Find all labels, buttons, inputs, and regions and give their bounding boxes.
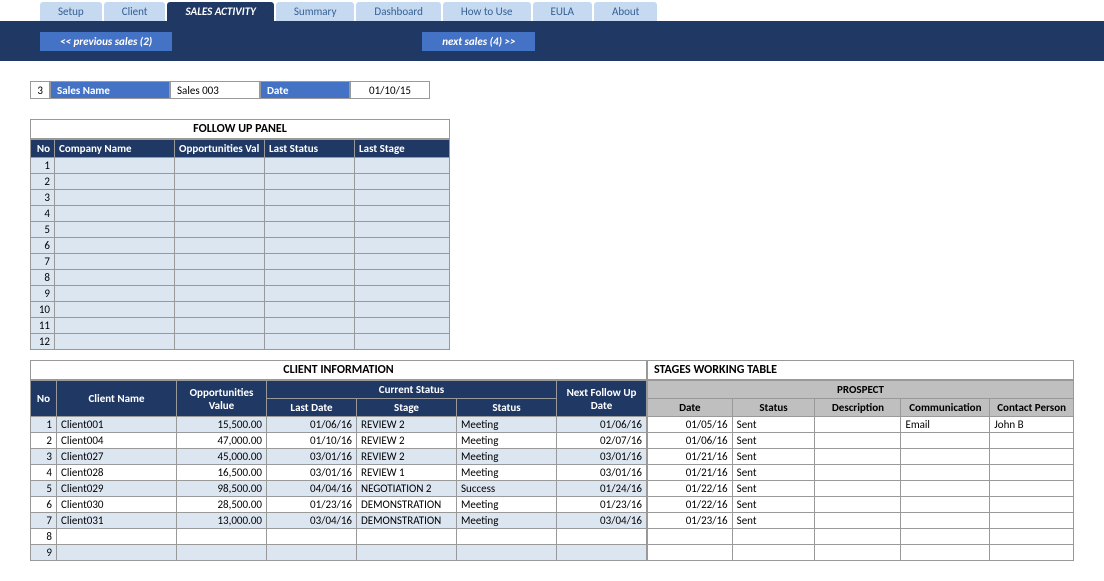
stages-row[interactable] (648, 529, 1074, 545)
client-row[interactable]: 6Client03028,500.0001/23/16DEMONSTRATION… (31, 497, 647, 513)
stages-header: Date (648, 399, 733, 417)
client-row[interactable]: 1Client00115,500.0001/06/16REVIEW 2Meeti… (31, 417, 647, 433)
client-info-section: CLIENT INFORMATION NoClient NameOpportun… (30, 360, 647, 561)
followup-row[interactable]: 12 (31, 334, 450, 350)
stages-row[interactable]: 01/06/16Sent (648, 433, 1074, 449)
client-info-title: CLIENT INFORMATION (30, 360, 647, 380)
followup-row[interactable]: 3 (31, 190, 450, 206)
followup-header: Last Stage (355, 140, 450, 158)
followup-row[interactable]: 9 (31, 286, 450, 302)
followup-row[interactable]: 6 (31, 238, 450, 254)
stages-header: Status (732, 399, 815, 417)
followup-panel: FOLLOW UP PANEL NoCompany NameOpportunit… (30, 119, 1074, 350)
followup-row[interactable]: 8 (31, 270, 450, 286)
followup-row[interactable]: 1 (31, 158, 450, 174)
client-header: No (31, 381, 57, 417)
next-sales-button[interactable]: next sales (4) >> (422, 32, 535, 51)
stages-header: PROSPECT (648, 381, 1074, 399)
client-header: Last Date (267, 399, 357, 417)
client-row[interactable]: 9 (31, 545, 647, 561)
date-label: Date (260, 81, 350, 99)
stages-row[interactable]: 01/21/16Sent (648, 465, 1074, 481)
sales-number: 3 (30, 81, 50, 99)
stages-title: STAGES WORKING TABLE (647, 360, 1074, 380)
tab-client[interactable]: Client (104, 2, 166, 21)
client-row[interactable]: 5Client02998,500.0004/04/16NEGOTIATION 2… (31, 481, 647, 497)
prev-sales-button[interactable]: << previous sales (2) (40, 32, 172, 51)
client-header: Opportunities Value (177, 381, 267, 417)
followup-row[interactable]: 4 (31, 206, 450, 222)
stages-row[interactable]: 01/22/16Sent (648, 497, 1074, 513)
stages-row[interactable]: 01/21/16Sent (648, 449, 1074, 465)
followup-header: Last Status (265, 140, 355, 158)
stages-row[interactable]: 01/05/16SentEmailJohn B (648, 417, 1074, 433)
stages-header: Contact Person (990, 399, 1074, 417)
tab-dashboard[interactable]: Dashboard (356, 2, 440, 21)
sales-name-label: Sales Name (50, 81, 170, 99)
stages-section: STAGES WORKING TABLE PROSPECTDateStatusD… (647, 360, 1074, 561)
followup-title: FOLLOW UP PANEL (30, 119, 450, 139)
client-row[interactable]: 3Client02745,000.0003/01/16REVIEW 2Meeti… (31, 449, 647, 465)
sales-info-row: 3 Sales Name Sales 003 Date 01/10/15 (30, 81, 1074, 99)
client-row[interactable]: 4Client02816,500.0003/01/16REVIEW 1Meeti… (31, 465, 647, 481)
followup-row[interactable]: 11 (31, 318, 450, 334)
nav-banner: << previous sales (2) next sales (4) >> (0, 21, 1104, 61)
stages-row[interactable]: 01/22/16Sent (648, 481, 1074, 497)
followup-header: Company Name (55, 140, 175, 158)
client-header: Status (457, 399, 557, 417)
stages-row[interactable] (648, 545, 1074, 561)
client-row[interactable]: 2Client00447,000.0001/10/16REVIEW 2Meeti… (31, 433, 647, 449)
tab-sales-activity[interactable]: SALES ACTIVITY (167, 2, 273, 21)
tab-summary[interactable]: Summary (276, 2, 355, 21)
followup-row[interactable]: 7 (31, 254, 450, 270)
client-row[interactable]: 8 (31, 529, 647, 545)
followup-header: Opportunities Val (175, 140, 265, 158)
client-header: Current Status (267, 381, 557, 399)
tab-bar: SetupClientSALES ACTIVITYSummaryDashboar… (0, 0, 1104, 21)
followup-row[interactable]: 5 (31, 222, 450, 238)
followup-header: No (31, 140, 55, 158)
date-value: 01/10/15 (350, 81, 430, 99)
followup-row[interactable]: 10 (31, 302, 450, 318)
tab-how-to-use[interactable]: How to Use (443, 2, 531, 21)
client-header: Next Follow Up Date (557, 381, 647, 417)
tab-about[interactable]: About (594, 2, 657, 21)
client-header: Stage (357, 399, 457, 417)
client-header: Client Name (57, 381, 177, 417)
sales-name-value: Sales 003 (170, 81, 260, 99)
tab-setup[interactable]: Setup (40, 2, 102, 21)
client-row[interactable]: 7Client03113,000.0003/04/16DEMONSTRATION… (31, 513, 647, 529)
followup-row[interactable]: 2 (31, 174, 450, 190)
stages-row[interactable]: 01/23/16Sent (648, 513, 1074, 529)
stages-header: Description (815, 399, 901, 417)
tab-eula[interactable]: EULA (533, 2, 592, 21)
stages-header: Communication (901, 399, 990, 417)
